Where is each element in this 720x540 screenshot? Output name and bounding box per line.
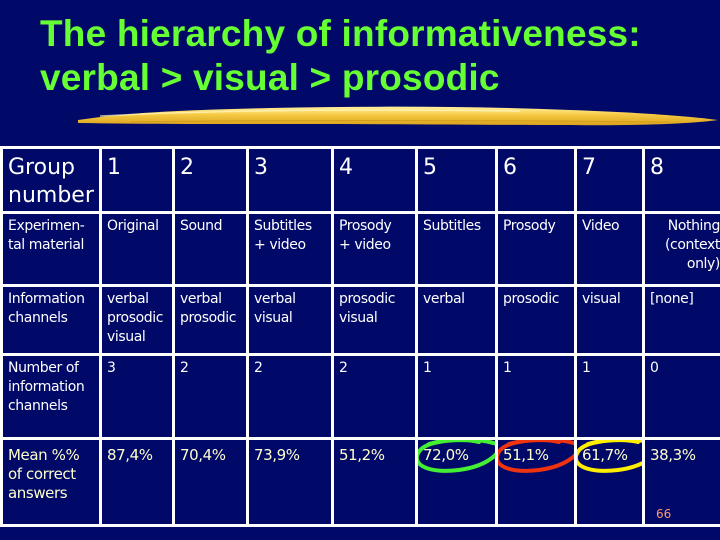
table-cell-highlighted: 51,1% bbox=[495, 437, 577, 527]
slide: The hierarchy of informativeness: verbal… bbox=[0, 0, 720, 540]
highlight-wrap: 61,7% bbox=[578, 441, 641, 473]
table-cell-highlighted: 72,0% bbox=[415, 437, 498, 527]
table-cell: Sound bbox=[172, 211, 249, 287]
table-cell: Video bbox=[574, 211, 645, 287]
table-cell: 7 bbox=[574, 146, 645, 214]
title-line-2: verbal > visual > prosodic bbox=[40, 57, 500, 98]
title-line-1: The hierarchy of informativeness: bbox=[40, 13, 641, 54]
table-cell: 2 bbox=[331, 353, 418, 440]
slide-number: 66 bbox=[656, 507, 672, 521]
table-cell: 2 bbox=[246, 353, 334, 440]
brush-underline-decoration bbox=[78, 106, 718, 126]
table-cell: 6 bbox=[495, 146, 577, 214]
table-cell: Subtitles + video bbox=[246, 211, 334, 287]
table-cell: 73,9% bbox=[246, 437, 334, 527]
table-cell: 2 bbox=[172, 353, 249, 440]
table-cell: 70,4% bbox=[172, 437, 249, 527]
table-cell: 8 bbox=[642, 146, 720, 214]
table-cell: verbal visual bbox=[246, 284, 334, 356]
table-cell: 0 bbox=[642, 353, 720, 440]
table-cell: visual bbox=[574, 284, 645, 356]
table-cell: Original bbox=[99, 211, 175, 287]
table-cell: prosodic bbox=[495, 284, 577, 356]
table-cell: Prosody bbox=[495, 211, 577, 287]
row-label: Information channels bbox=[0, 284, 102, 356]
table-cell: Prosody + video bbox=[331, 211, 418, 287]
cell-value: 72,0% bbox=[423, 446, 469, 464]
experimental-material-row: Experimen- tal material Original Sound S… bbox=[0, 211, 720, 287]
row-label: Number of information channels bbox=[0, 353, 102, 440]
row-label: Mean %% of correct answers bbox=[0, 437, 102, 527]
row-label: Group number bbox=[0, 146, 102, 214]
highlight-wrap: 72,0% bbox=[419, 441, 494, 473]
table-cell: 38,3% bbox=[642, 437, 720, 527]
table-cell-highlighted: 61,7% bbox=[574, 437, 645, 527]
table-cell: 87,4% bbox=[99, 437, 175, 527]
table-cell: 3 bbox=[99, 353, 175, 440]
table-cell: prosodic visual bbox=[331, 284, 418, 356]
cell-value: 61,7% bbox=[582, 446, 628, 464]
mean-correct-answers-row: Mean %% of correct answers 87,4% 70,4% 7… bbox=[0, 437, 720, 527]
table-cell: 5 bbox=[415, 146, 498, 214]
table-cell: [none] bbox=[642, 284, 720, 356]
table-cell: 2 bbox=[172, 146, 249, 214]
table-cell: Nothing (context only) bbox=[642, 211, 720, 287]
results-table: Group number 1 2 3 4 5 6 7 8 Experimen- … bbox=[0, 146, 720, 527]
table-cell: 51,2% bbox=[331, 437, 418, 527]
table-cell: verbal bbox=[415, 284, 498, 356]
information-channels-row: Information channels verbal prosodic vis… bbox=[0, 284, 720, 356]
table-cell: 3 bbox=[246, 146, 334, 214]
table-cell: 1 bbox=[574, 353, 645, 440]
table-cell: 1 bbox=[415, 353, 498, 440]
table-cell: 1 bbox=[99, 146, 175, 214]
number-of-channels-row: Number of information channels 3 2 2 2 1… bbox=[0, 353, 720, 440]
row-label: Experimen- tal material bbox=[0, 211, 102, 287]
group-number-row: Group number 1 2 3 4 5 6 7 8 bbox=[0, 146, 720, 214]
table-cell: Subtitles bbox=[415, 211, 498, 287]
table-cell: verbal prosodic visual bbox=[99, 284, 175, 356]
cell-value: 51,1% bbox=[503, 446, 549, 464]
slide-title: The hierarchy of informativeness: verbal… bbox=[40, 12, 641, 100]
table-cell: 4 bbox=[331, 146, 418, 214]
table-cell: 1 bbox=[495, 353, 577, 440]
results-table-wrapper: Group number 1 2 3 4 5 6 7 8 Experimen- … bbox=[0, 146, 720, 527]
table-cell: verbal prosodic bbox=[172, 284, 249, 356]
highlight-wrap: 51,1% bbox=[499, 441, 573, 473]
